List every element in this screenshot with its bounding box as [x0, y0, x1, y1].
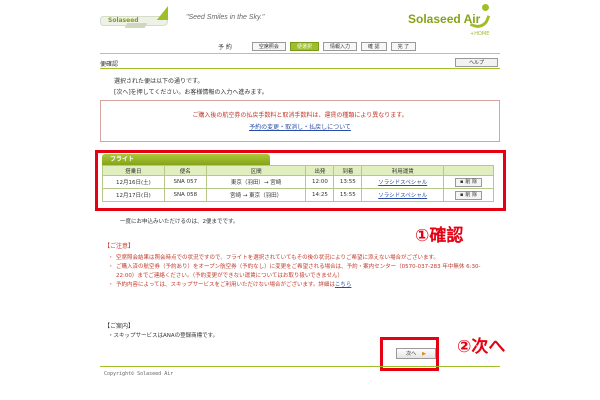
copyright: Copyright© Solaseed Air: [104, 371, 174, 377]
step-availability: 空席照会: [251, 42, 286, 51]
intro-line-2: [次へ]を押してください。お客様情報の入力へ進みます。: [114, 89, 268, 96]
fee-notice-text: ご購入後の航空券の払戻手数料と取消手数料は、運賃の種類により異なります。: [192, 112, 408, 119]
change-cancel-refund-link[interactable]: 予約の変更・取消し・払戻しについて: [101, 122, 499, 131]
info-item: ・スキップサービスはANAの登録商標です。: [108, 333, 219, 339]
info-title: 【ご案内】: [104, 323, 135, 330]
brand-home-text: +HOME: [470, 31, 490, 37]
details-link[interactable]: こちら: [335, 282, 352, 288]
footer-divider: [100, 366, 500, 367]
max-flights-note: 一度にお申込みいただけるのは、2便までです。: [120, 219, 239, 225]
divider: [100, 53, 500, 54]
step-flight-selection: 便選択: [289, 42, 319, 51]
help-button[interactable]: ヘルプ: [455, 58, 498, 67]
progress-steps: 予 約 空席照会 便選択 情報入力 確 認 完 了: [218, 41, 417, 52]
confirm-highlight-box: [95, 150, 506, 211]
airplane-logo: Solaseed: [100, 6, 180, 32]
list-item: 空席照会結果は照会時点での状況ですので、フライトを選択されていてもその後の状況に…: [108, 254, 498, 263]
step-complete: 完 了: [390, 42, 417, 51]
brand-mark-icon: [469, 4, 492, 32]
caution-list: 空席照会結果は照会時点での状況ですので、フライトを選択されていてもその後の状況に…: [108, 254, 498, 290]
next-annotation: ②次へ: [457, 337, 506, 357]
fee-notice-box: ご購入後の航空券の払戻手数料と取消手数料は、運賃の種類により異なります。 予約の…: [100, 100, 500, 142]
title-divider: [100, 68, 500, 69]
slogan: "Seed Smiles in the Sky.": [186, 14, 265, 21]
list-item: ご購入済の航空券（予約あり）をオープン航空券（予約なし）に変更をご希望される場合…: [108, 263, 498, 281]
steps-label: 予 約: [218, 44, 232, 51]
intro-text: 選択された便は以下の通りです。 [次へ]を押してください。お客様情報の入力へ進み…: [114, 76, 268, 98]
step-info-entry: 情報入力: [322, 42, 357, 51]
caution-title: 【ご注意】: [104, 243, 135, 250]
step-confirm: 確 認: [360, 42, 387, 51]
plane-livery-text: Solaseed: [108, 17, 139, 24]
list-item: 予約内容によっては、スキップサービスをご利用いただけない場合がございます。詳細は…: [108, 281, 498, 290]
page-title: 便確認: [100, 61, 119, 68]
confirm-annotation: ①確認: [415, 226, 464, 246]
caution-text: 予約内容によっては、スキップサービスをご利用いただけない場合がございます。詳細は: [116, 282, 335, 288]
intro-line-1: 選択された便は以下の通りです。: [114, 78, 204, 85]
